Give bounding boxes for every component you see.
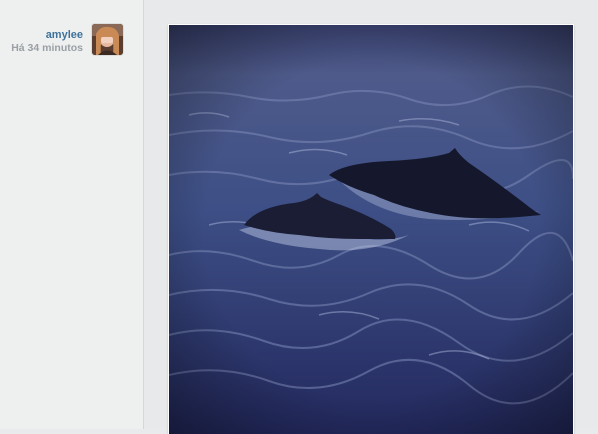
- left-column: amylee Há 34 minutos: [0, 0, 143, 429]
- avatar-photo-icon: [92, 24, 123, 55]
- user-avatar[interactable]: [92, 24, 123, 55]
- whale-sea-photo-icon: [169, 25, 573, 434]
- username-link[interactable]: amylee: [0, 29, 83, 42]
- post-timestamp[interactable]: Há 34 minutos: [0, 42, 83, 55]
- whale-photo[interactable]: [169, 25, 573, 434]
- post-author-meta: amylee Há 34 minutos: [0, 29, 83, 55]
- post-photo-frame[interactable]: [168, 24, 574, 434]
